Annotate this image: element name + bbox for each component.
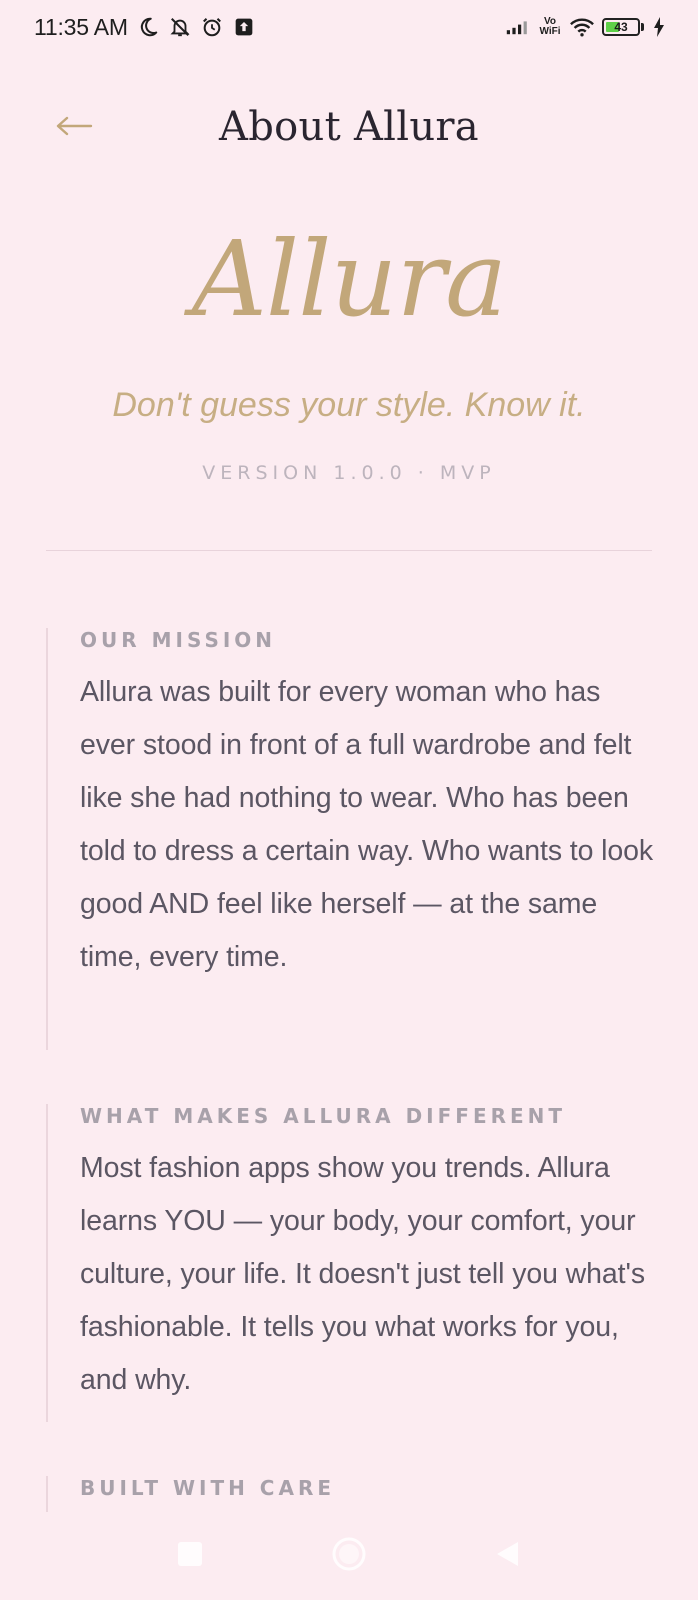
recents-square-icon bbox=[175, 1539, 205, 1573]
divider bbox=[46, 550, 652, 551]
home-circle-icon bbox=[331, 1536, 367, 1576]
upload-icon bbox=[232, 15, 256, 39]
wifi-icon bbox=[570, 15, 594, 39]
section-heading: WHAT MAKES ALLURA DIFFERENT bbox=[80, 1104, 567, 1128]
alarm-icon bbox=[200, 15, 224, 39]
system-back-button[interactable] bbox=[490, 1538, 526, 1574]
bell-off-icon bbox=[168, 15, 192, 39]
app-header: About Allura bbox=[0, 96, 698, 166]
page-title: About Allura bbox=[219, 104, 479, 150]
brand-logo: Allura bbox=[191, 218, 507, 340]
status-right: Vo WiFi 43 bbox=[506, 15, 666, 39]
recents-button[interactable] bbox=[172, 1538, 208, 1574]
back-triangle-icon bbox=[493, 1539, 523, 1573]
signal-icon bbox=[506, 15, 530, 39]
status-left: 11:35 AM bbox=[34, 14, 256, 41]
section-built-with-care: BUILT WITH CARE bbox=[46, 1476, 656, 1512]
section-what-makes-allura-different: WHAT MAKES ALLURA DIFFERENT Most fashion… bbox=[46, 1104, 656, 1422]
status-time: 11:35 AM bbox=[34, 13, 128, 40]
section-heading: OUR MISSION bbox=[80, 628, 277, 652]
battery-icon: 43 bbox=[602, 18, 644, 36]
version-label: VERSION 1.0.0 · MVP bbox=[202, 462, 496, 484]
moon-icon bbox=[136, 15, 160, 39]
system-nav-bar bbox=[0, 1524, 698, 1584]
tagline: Don't guess your style. Know it. bbox=[112, 386, 586, 424]
battery-body: 43 bbox=[602, 18, 640, 36]
home-button[interactable] bbox=[331, 1536, 367, 1576]
vowifi-icon: Vo WiFi bbox=[538, 17, 562, 37]
battery-tip bbox=[641, 23, 644, 31]
section-heading: BUILT WITH CARE bbox=[80, 1476, 336, 1500]
battery-level: 43 bbox=[614, 20, 628, 34]
status-bar: 11:35 AM Vo WiFi 43 bbox=[0, 0, 698, 54]
section-our-mission: OUR MISSION Allura was built for every w… bbox=[46, 628, 656, 1050]
charging-icon bbox=[652, 15, 666, 39]
section-body: Most fashion apps show you trends. Allur… bbox=[80, 1152, 645, 1396]
section-body: Allura was built for every woman who has… bbox=[80, 676, 654, 973]
vowifi-line2: WiFi bbox=[539, 26, 561, 37]
